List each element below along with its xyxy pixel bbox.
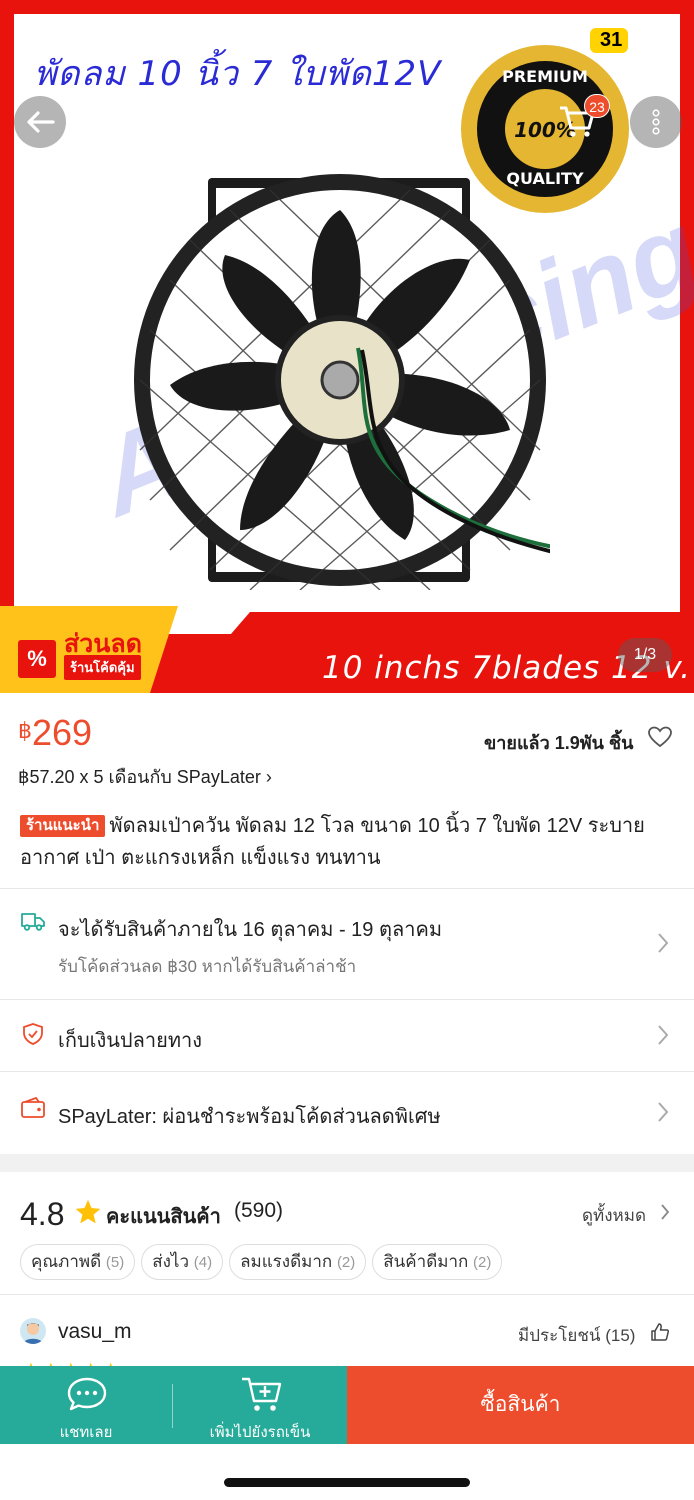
bottom-action-bar: แชทเลย เพิ่มไปยังรถเข็น ซื้อสินค้า [0,1366,694,1444]
star-icon [75,1199,101,1224]
recommended-shop-tag: ร้านแนะนำ [20,815,106,837]
discount-percent-icon: % [18,640,56,678]
product-title-text: พัดลมเป่าควัน พัดลม 12 โวล ขนาด 10 นิ้ว … [20,815,645,869]
truck-icon [21,913,45,931]
shipping-estimate: จะได้รับสินค้าภายใน 16 ตุลาคม - 19 ตุลาค… [58,919,443,941]
cod-label: เก็บเงินปลายทาง [58,1030,202,1052]
sale-tag-subtitle: ร้านโค้ดคุ้ม [64,655,141,680]
thumbs-up-icon[interactable] [650,1322,670,1342]
rating-score: 4.8 [20,1196,65,1232]
review-chip[interactable]: คุณภาพดี (5) [20,1244,136,1280]
back-button[interactable] [14,96,66,148]
status-time-text: 31 [600,29,623,51]
price-currency: ฿ [18,718,32,743]
svg-text:PREMIUM: PREMIUM [502,67,588,86]
buy-now-button[interactable]: ซื้อสินค้า [347,1366,694,1444]
cod-row[interactable]: เก็บเงินปลายทาง [0,1000,694,1070]
avatar [20,1318,46,1344]
status-time: 31 [590,28,629,53]
chip-label: ลมแรงดีมาก [240,1252,333,1271]
review-filter-chips: คุณภาพดี (5) ส่งไว (4) ลมแรงดีมาก (2) สิ… [20,1244,503,1280]
chevron-right-icon[interactable] [660,1202,670,1222]
review-chip[interactable]: ส่งไว (4) [141,1244,224,1280]
chip-count: (2) [473,1254,492,1271]
product-price: ฿269 [18,712,92,754]
review-chip[interactable]: ลมแรงดีมาก (2) [229,1244,367,1280]
chip-label: ส่งไว [152,1252,190,1271]
fan-illustration [134,174,550,590]
chat-now-button[interactable]: แชทเลย [0,1366,172,1444]
chat-now-label: แชทเลย [59,1424,113,1441]
chip-label: คุณภาพดี [31,1252,102,1271]
sold-count: ขายแล้ว 1.9พัน ชิ้น [484,733,634,753]
spaylater-row[interactable]: SPayLater: ผ่อนชำระพร้อมโค้ดส่วนลดพิเศษ [0,1072,694,1154]
add-to-cart-icon [242,1377,282,1411]
price-amount: 269 [32,712,93,753]
review-chip[interactable]: สินค้าดีมาก (2) [372,1244,503,1280]
paylater-text: ฿57.20 x 5 เดือนกับ SPayLater [18,767,261,787]
more-vertical-icon [652,109,660,135]
premium-quality-badge-icon: PREMIUM 100% QUALITY [461,45,629,213]
svg-text:QUALITY: QUALITY [506,169,584,188]
rating-label: คะแนนสินค้า [106,1206,221,1228]
add-to-cart-button[interactable]: เพิ่มไปยังรถเข็น [173,1366,347,1444]
shipping-late-voucher: รับโค้ดส่วนลด ฿30 หากได้รับสินค้าล่าช้า [58,957,357,976]
spaylater-label: SPayLater: ผ่อนชำระพร้อมโค้ดส่วนลดพิเศษ [58,1106,441,1128]
paylater-installment-link[interactable]: ฿57.20 x 5 เดือนกับ SPayLater › [18,762,272,791]
shipping-row[interactable]: จะได้รับสินค้าภายใน 16 ตุลาคม - 19 ตุลาค… [0,889,694,999]
reviewer-name: vasu_m [58,1320,132,1343]
divider [0,1294,694,1295]
user-avatar-icon [23,1323,43,1344]
home-indicator[interactable] [224,1478,470,1487]
chevron-right-icon: › [265,767,272,787]
helpful-count[interactable]: มีประโยชน์ (15) [518,1322,635,1349]
rating-count: (590) [234,1199,284,1222]
shield-icon [23,1023,43,1045]
product-title: ร้านแนะนำ พัดลมเป่าควัน พัดลม 12 โวล ขนาด… [20,810,680,874]
section-separator [0,1154,694,1172]
chip-count: (2) [336,1254,356,1271]
image-counter: 1/3 [618,638,672,672]
wallet-icon [21,1096,45,1118]
chevron-right-icon [658,1102,669,1122]
cart-count-badge: 23 [584,94,610,118]
add-to-cart-label: เพิ่มไปยังรถเข็น [209,1424,311,1441]
chat-icon [67,1377,107,1411]
image-title-text: พัดลม 10 นิ้ว 7 ใบพัด12V [34,54,442,94]
chip-count: (4) [193,1254,213,1271]
arrow-left-icon [27,111,55,133]
chevron-right-icon [658,933,669,953]
chip-count: (5) [105,1254,125,1271]
chevron-right-icon [658,1025,669,1045]
more-options-button[interactable] [630,96,682,148]
heart-icon[interactable] [648,726,672,748]
see-all-reviews-link[interactable]: ดูทั้งหมด [582,1202,646,1229]
chip-label: สินค้าดีมาก [383,1252,469,1271]
